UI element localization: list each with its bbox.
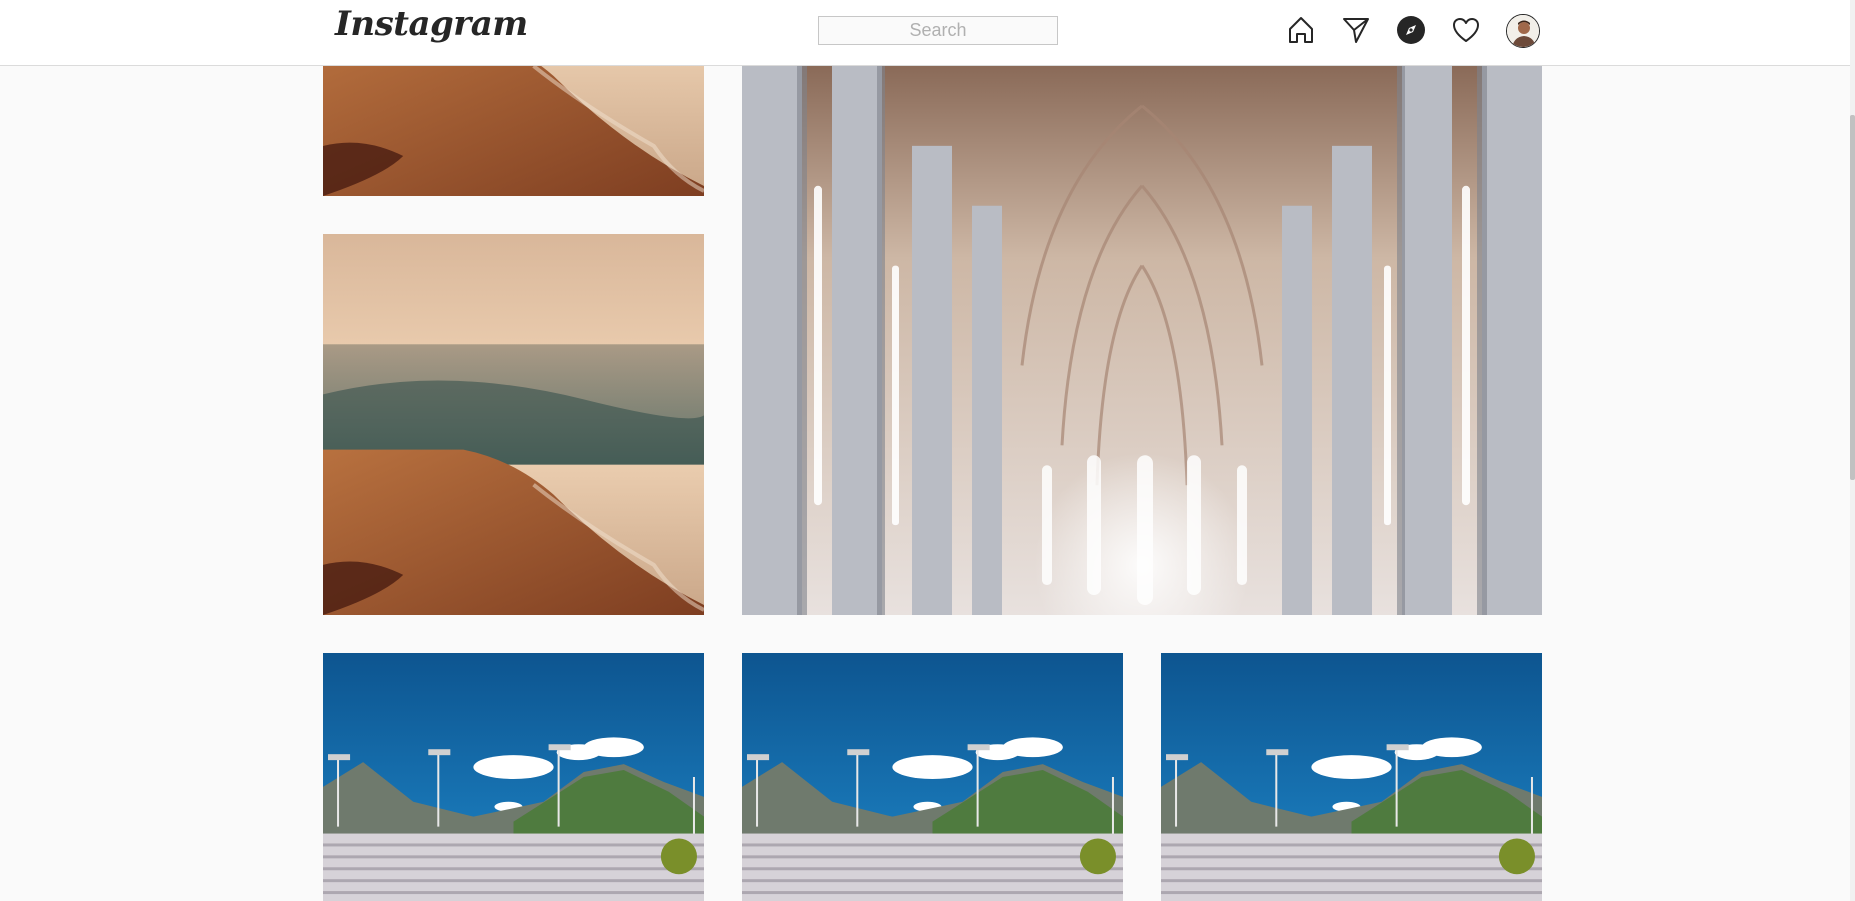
search-input[interactable] xyxy=(818,16,1058,45)
post-thumbnail-stadium-3[interactable] xyxy=(1161,653,1542,901)
post-thumbnail-stadium-2[interactable] xyxy=(742,653,1123,901)
explore-compass-icon[interactable] xyxy=(1393,12,1429,48)
post-thumbnail-beach-2[interactable] xyxy=(323,234,704,615)
direct-message-icon[interactable] xyxy=(1338,12,1374,48)
post-thumbnail-beach-1[interactable] xyxy=(323,66,704,196)
post-thumbnail-stadium-1[interactable] xyxy=(323,653,704,901)
profile-avatar[interactable] xyxy=(1506,14,1540,48)
instagram-logo[interactable]: Instagram xyxy=(335,4,528,44)
top-navigation-bar: Instagram xyxy=(0,0,1850,66)
page-scrollbar[interactable] xyxy=(1850,0,1855,901)
scrollbar-thumb[interactable] xyxy=(1850,115,1855,480)
activity-heart-icon[interactable] xyxy=(1448,12,1484,48)
post-thumbnail-cathedral[interactable] xyxy=(742,66,1542,615)
home-icon[interactable] xyxy=(1283,12,1319,48)
